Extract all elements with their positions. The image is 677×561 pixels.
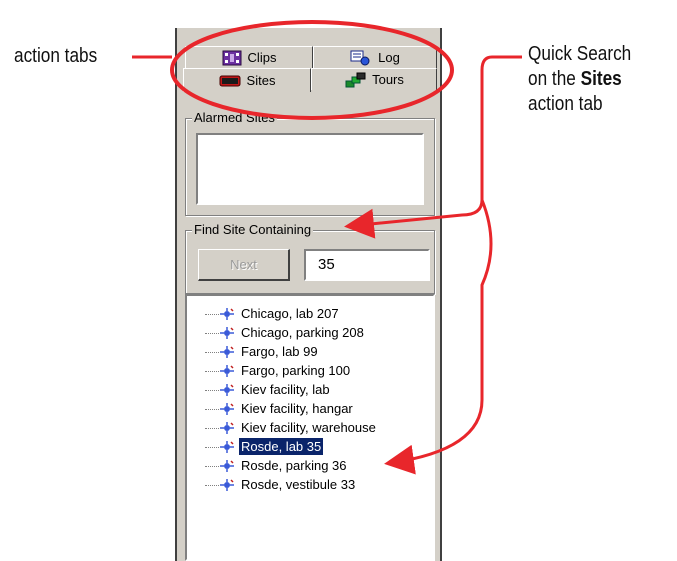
site-tree-item[interactable]: Kiev facility, hangar	[187, 399, 427, 418]
site-tree-item-label: Chicago, lab 207	[241, 306, 339, 321]
site-tree-item-label: Rosde, parking 36	[241, 458, 347, 473]
tab-log-label: Log	[378, 50, 400, 65]
find-site-input[interactable]: 35	[304, 249, 430, 281]
tab-sites-label: Sites	[246, 73, 276, 88]
tree-connector	[205, 342, 219, 353]
site-tree-item-label: Kiev facility, lab	[241, 382, 330, 397]
alarmed-sites-label: Alarmed Sites	[192, 110, 277, 125]
site-node-icon	[220, 460, 234, 472]
next-button[interactable]: Next	[198, 249, 290, 281]
tours-icon	[345, 72, 366, 87]
site-tree-item[interactable]: Fargo, lab 99	[187, 342, 427, 361]
site-node-icon	[220, 479, 234, 491]
tab-tours-label: Tours	[372, 72, 404, 87]
alarmed-sites-group: Alarmed Sites	[185, 110, 435, 216]
site-tree-item-label: Fargo, lab 99	[241, 344, 318, 359]
tree-connector	[205, 456, 219, 467]
tree-connector	[205, 418, 219, 429]
alarmed-sites-list[interactable]	[196, 133, 424, 205]
tab-sites[interactable]: Sites	[183, 68, 311, 92]
tab-clips-label: Clips	[247, 50, 277, 65]
site-tree-item[interactable]: Rosde, vestibule 33	[187, 475, 427, 494]
tree-connector	[205, 437, 219, 448]
site-node-icon	[220, 327, 234, 339]
site-node-icon	[220, 441, 234, 453]
tree-connector	[205, 323, 219, 334]
site-tree-item[interactable]: Kiev facility, warehouse	[187, 418, 427, 437]
site-tree-item-label: Chicago, parking 208	[241, 325, 364, 340]
site-node-icon	[220, 403, 234, 415]
tab-clips[interactable]: Clips	[185, 46, 313, 68]
site-tree-item[interactable]: Chicago, parking 208	[187, 323, 427, 342]
tree-connector	[205, 475, 219, 486]
sites-icon	[219, 75, 241, 86]
action-tabs-callout: action tabs	[14, 45, 98, 67]
site-tree-item[interactable]: Kiev facility, lab	[187, 380, 427, 399]
site-node-icon	[220, 365, 234, 377]
tree-connector	[205, 361, 219, 372]
site-node-icon	[220, 308, 234, 320]
site-tree-item-label: Kiev facility, hangar	[241, 401, 353, 416]
site-node-icon	[220, 384, 234, 396]
sites-panel: Clips Log Sites Tours Alarmed Sites Find…	[175, 28, 442, 561]
site-tree-item[interactable]: Rosde, lab 35	[187, 437, 427, 456]
sites-tree[interactable]: Chicago, lab 207 Chicago, parking 208 Farg…	[185, 294, 435, 561]
site-tree-item[interactable]: Rosde, parking 36	[187, 456, 427, 475]
tab-log[interactable]: Log	[313, 46, 437, 68]
site-tree-item-label: Rosde, vestibule 33	[241, 477, 356, 492]
site-node-icon	[220, 422, 234, 434]
quick-search-callout-line1: Quick Search	[528, 43, 632, 65]
find-site-label: Find Site Containing	[192, 222, 314, 237]
site-tree-item[interactable]: Chicago, lab 207	[187, 304, 427, 323]
site-tree-item-label: Fargo, parking 100	[241, 363, 351, 378]
tree-connector	[205, 304, 219, 315]
quick-search-callout-line3: action tab	[528, 93, 603, 115]
tab-tours[interactable]: Tours	[311, 68, 437, 90]
site-tree-item-label: Kiev facility, warehouse	[241, 420, 376, 435]
site-tree-item-label: Rosde, lab 35	[237, 437, 325, 456]
site-tree-item[interactable]: Fargo, parking 100	[187, 361, 427, 380]
log-icon	[350, 50, 370, 65]
quick-search-callout: Quick Search on the Sites action tab	[528, 42, 631, 117]
quick-search-callout-line2: on the Sites	[528, 68, 622, 90]
tree-connector	[205, 380, 219, 391]
film-icon	[222, 50, 242, 65]
find-site-group: Find Site Containing Next 35	[185, 222, 435, 294]
tree-connector	[205, 399, 219, 410]
site-node-icon	[220, 346, 234, 358]
